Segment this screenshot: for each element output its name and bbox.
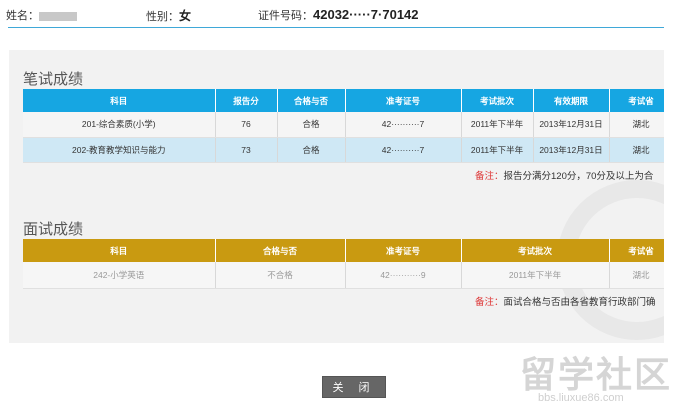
interview-note-label: 备注： [475, 297, 504, 308]
id-value: 42032·····7·70142 [313, 7, 419, 22]
name-redaction [39, 11, 77, 21]
interview-title: 面试成绩 [23, 220, 84, 238]
interview-note: 备注：面试合格与否由各省教育行政部门确 [475, 294, 656, 308]
cell-batch: 2011年下半年 [461, 112, 534, 138]
id-label: 证件号码： [258, 10, 313, 22]
col-batch: 考试批次 [461, 89, 534, 112]
cell-subject: 201-综合素质(小学) [23, 112, 216, 138]
col-score: 报告分 [215, 89, 278, 112]
col-subject: 科目 [23, 239, 216, 262]
cell-subject: 242-小学英语 [23, 262, 216, 289]
col-pass: 合格与否 [215, 239, 346, 262]
written-title: 笔试成绩 [23, 70, 84, 88]
cell-province: 湖北 [609, 137, 664, 163]
col-province: 考试省 [609, 239, 664, 262]
cell-pass: 不合格 [215, 262, 346, 289]
cell-province: 湖北 [609, 112, 664, 138]
written-table: 科目 报告分 合格与否 准考证号 考试批次 有效期限 考试省 201-综合素质(… [23, 89, 664, 163]
site-watermark: 留学社区 bbs.liuxue86.com [520, 346, 684, 412]
col-valid: 有效期限 [533, 89, 610, 112]
table-row: 201-综合素质(小学) 76 合格 42··········7 2011年下半… [23, 112, 664, 138]
written-note: 备注：报告分满分120分，70分及以上为合 [475, 168, 653, 182]
col-subject: 科目 [23, 89, 216, 112]
cell-pass: 合格 [277, 112, 346, 138]
interview-header-row: 科目 合格与否 准考证号 考试批次 考试省 [23, 239, 664, 262]
table-row: 202-教育教学知识与能力 73 合格 42··········7 2011年下… [23, 137, 664, 163]
interview-note-text: 面试合格与否由各省教育行政部门确 [503, 297, 656, 308]
cell-score: 73 [215, 137, 278, 163]
col-province: 考试省 [609, 89, 664, 112]
cell-valid: 2013年12月31日 [533, 137, 610, 163]
watermark-brand: 留学社区 [520, 355, 673, 396]
written-note-text: 报告分满分120分，70分及以上为合 [503, 171, 654, 182]
cell-valid: 2013年12月31日 [533, 112, 610, 138]
cell-ticket: 42··········7 [345, 112, 462, 138]
cell-pass: 合格 [277, 137, 346, 163]
cell-ticket: 42··········7 [345, 137, 462, 163]
cell-batch: 2011年下半年 [461, 137, 534, 163]
cell-province: 湖北 [609, 262, 664, 289]
cell-ticket: 42···········9 [345, 262, 462, 289]
col-ticket: 准考证号 [345, 239, 462, 262]
gender-label: 性别： [146, 11, 179, 23]
cell-score: 76 [215, 112, 278, 138]
interview-table: 科目 合格与否 准考证号 考试批次 考试省 242-小学英语 不合格 42···… [23, 239, 664, 289]
gender-value: 女 [179, 9, 192, 23]
name-label: 姓名： [6, 10, 39, 22]
close-button[interactable]: 关 闭 [322, 376, 386, 398]
cell-subject: 202-教育教学知识与能力 [23, 137, 216, 163]
gender-field: 性别：女 [146, 7, 191, 24]
results-panel: 笔试成绩 科目 报告分 合格与否 准考证号 考试批次 有效期限 考试省 201-… [9, 50, 664, 343]
col-batch: 考试批次 [461, 239, 610, 262]
candidate-info-bar: 姓名： 性别：女 证件号码：42032·····7·70142 [0, 0, 684, 32]
written-header-row: 科目 报告分 合格与否 准考证号 考试批次 有效期限 考试省 [23, 89, 664, 112]
col-ticket: 准考证号 [345, 89, 462, 112]
table-row: 242-小学英语 不合格 42···········9 2011年下半年 湖北 [23, 262, 664, 289]
name-field: 姓名： [6, 7, 77, 23]
header-divider [8, 27, 664, 28]
id-field: 证件号码：42032·····7·70142 [258, 7, 419, 23]
written-note-label: 备注： [475, 171, 504, 182]
col-pass: 合格与否 [277, 89, 346, 112]
cell-batch: 2011年下半年 [461, 262, 610, 289]
watermark-url: bbs.liuxue86.com [538, 392, 624, 404]
